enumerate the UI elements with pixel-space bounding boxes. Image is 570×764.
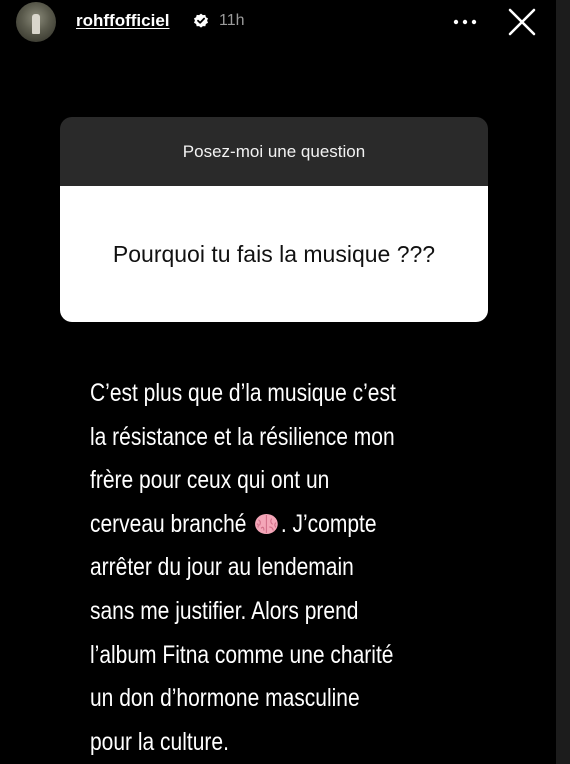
answer-line: l’album Fitna comme une charité bbox=[90, 640, 394, 669]
answer-line-part: cerveau branché bbox=[90, 509, 247, 538]
avatar-figure bbox=[32, 14, 40, 34]
username-link[interactable]: rohffofficiel bbox=[76, 11, 170, 31]
close-icon[interactable] bbox=[507, 7, 537, 37]
answer-line: la résistance et la résilience mon bbox=[90, 422, 395, 451]
brain-emoji-icon bbox=[255, 513, 278, 534]
answer-line-part: . J’compte bbox=[280, 509, 377, 538]
question-text: Pourquoi tu fais la musique ??? bbox=[60, 186, 488, 322]
question-prompt: Posez-moi une question bbox=[60, 117, 488, 186]
answer-line: arrêter du jour au lendemain bbox=[90, 553, 354, 582]
verified-badge-icon bbox=[194, 13, 208, 28]
answer-line: sans me justifier. Alors prend bbox=[90, 596, 359, 625]
post-timestamp: 11h bbox=[219, 12, 245, 29]
answer-line: frère pour ceux qui ont un bbox=[90, 466, 330, 495]
more-options-icon[interactable] bbox=[452, 12, 478, 32]
avatar[interactable] bbox=[16, 2, 56, 42]
answer-line: pour la culture. bbox=[90, 727, 229, 756]
story-header: rohffofficiel 11h bbox=[0, 0, 570, 48]
next-story-edge[interactable] bbox=[556, 0, 570, 764]
answer-line: un don d’hormone masculine bbox=[90, 684, 360, 713]
answer-line-with-emoji: cerveau branché . J’compte bbox=[90, 503, 409, 547]
question-sticker: Posez-moi une question Pourquoi tu fais … bbox=[60, 117, 488, 322]
story-viewer: rohffofficiel 11h Posez-moi une question… bbox=[0, 0, 570, 764]
answer-text: C’est plus que d’la musique c’est la rés… bbox=[90, 372, 409, 764]
answer-line: C’est plus que d’la musique c’est bbox=[90, 379, 396, 407]
